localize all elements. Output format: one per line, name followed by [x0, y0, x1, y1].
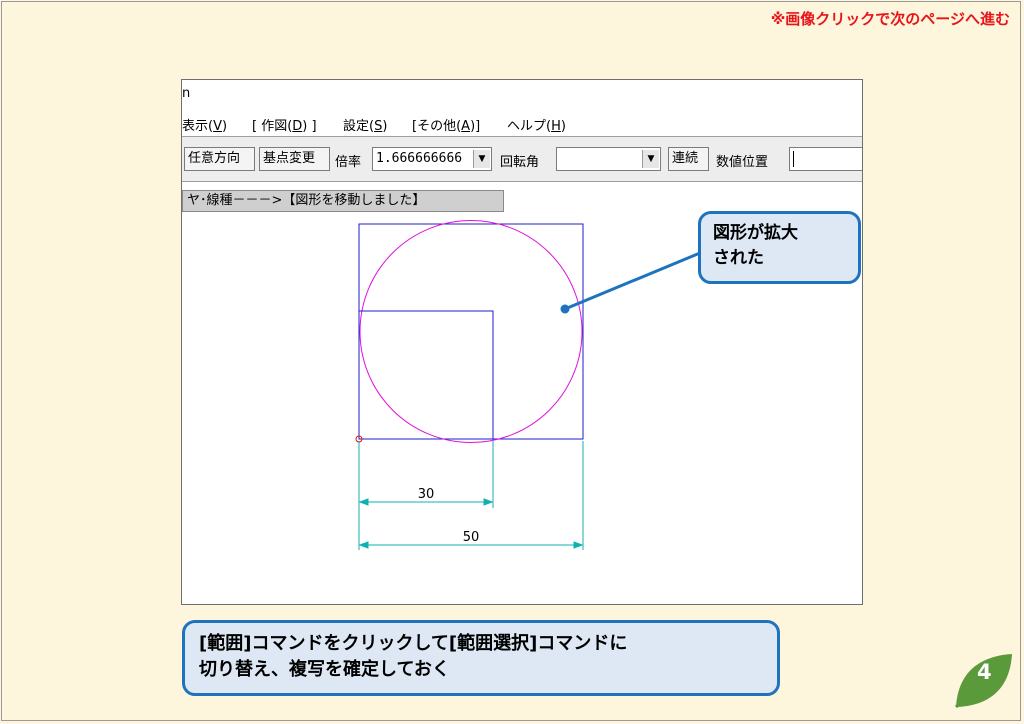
dimension-small-label: 30: [418, 487, 435, 502]
cad-screenshot: n 表示(V) [ 作図(D) ] 設定(S) [その他(A)] ヘルプ(H) …: [181, 79, 863, 605]
instruction-line-1: [範囲]コマンドをクリックして[範囲選択]コマンドに: [199, 633, 628, 654]
instruction-box: [範囲]コマンドをクリックして[範囲選択]コマンドに 切り替え、複写を確定してお…: [182, 620, 780, 696]
callout-line-1: 図形が拡大: [713, 223, 798, 243]
enlarged-circle: [359, 220, 583, 443]
instruction-line-2: 切り替え、複写を確定しておく: [199, 659, 450, 680]
dimension-large-label: 50: [463, 530, 480, 545]
next-page-note[interactable]: ※画像クリックで次のページへ進む: [771, 8, 1010, 29]
original-square-edges: [359, 310, 494, 439]
page-number-badge: 4: [952, 650, 1014, 710]
callout-line-2: された: [713, 248, 764, 268]
enlarged-square: [358, 223, 584, 440]
page-number: 4: [977, 660, 992, 684]
drawing-canvas[interactable]: 30 50: [182, 80, 863, 605]
callout-pointer: [560, 251, 701, 314]
callout-enlarged: 図形が拡大 された: [698, 211, 861, 284]
